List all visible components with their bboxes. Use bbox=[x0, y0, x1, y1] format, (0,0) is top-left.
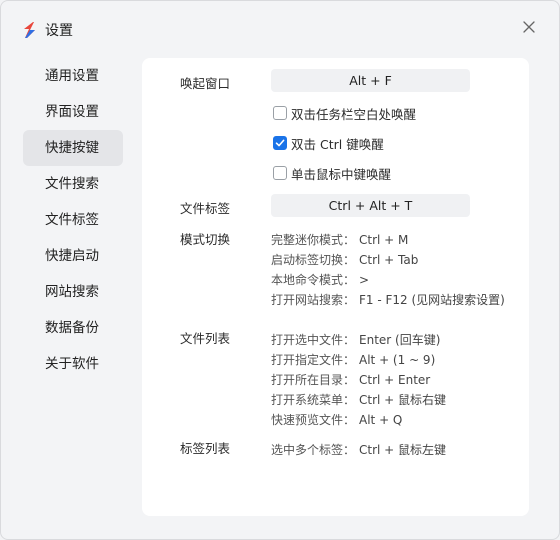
file-list-row: 打开所在目录： Ctrl + Enter bbox=[271, 371, 430, 388]
row-key: 选中多个标签： bbox=[271, 443, 356, 457]
sidebar-item-file-search[interactable]: 文件搜索 bbox=[23, 166, 123, 202]
row-value: Alt + (1 ~ 9) bbox=[359, 353, 436, 367]
mode-switch-row: 打开网站搜索： F1 - F12 (见网站搜索设置) bbox=[271, 291, 505, 308]
option-label: 双击 Ctrl 键唤醒 bbox=[291, 136, 384, 152]
row-value: Ctrl + 鼠标右键 bbox=[359, 393, 447, 407]
sidebar-item-shortcuts[interactable]: 快捷按键 bbox=[23, 130, 123, 166]
sidebar-item-interface[interactable]: 界面设置 bbox=[23, 94, 123, 130]
close-button[interactable] bbox=[517, 17, 541, 41]
mode-switch-row: 启动标签切换： Ctrl + Tab bbox=[271, 251, 418, 268]
file-list-row: 打开选中文件： Enter (回车键) bbox=[271, 331, 440, 348]
sidebar-item-about[interactable]: 关于软件 bbox=[23, 346, 123, 382]
file-list-row: 快速预览文件： Alt + Q bbox=[271, 411, 402, 428]
row-value: F1 - F12 (见网站搜索设置) bbox=[359, 293, 505, 307]
mode-switch-row: 完整迷你模式： Ctrl + M bbox=[271, 231, 408, 248]
option-middle-click[interactable]: 单击鼠标中键唤醒 bbox=[273, 164, 391, 182]
row-key: 打开系统菜单： bbox=[271, 393, 356, 407]
row-value: > bbox=[359, 273, 370, 287]
close-icon bbox=[523, 21, 535, 37]
option-dblclick-ctrl[interactable]: 双击 Ctrl 键唤醒 bbox=[273, 134, 384, 152]
row-key: 打开所在目录： bbox=[271, 373, 356, 387]
sidebar-item-web-search[interactable]: 网站搜索 bbox=[23, 274, 123, 310]
row-key: 打开网站搜索： bbox=[271, 293, 356, 307]
row-value: Ctrl + Tab bbox=[359, 253, 419, 267]
wake-window-label: 唤起窗口 bbox=[180, 76, 231, 91]
row-key: 本地命令模式： bbox=[271, 273, 356, 287]
row-key: 启动标签切换： bbox=[271, 253, 356, 267]
checkbox-checked[interactable] bbox=[273, 136, 287, 150]
sidebar-item-backup[interactable]: 数据备份 bbox=[23, 310, 123, 346]
sidebar-item-general[interactable]: 通用设置 bbox=[23, 58, 123, 94]
mode-switch-label: 模式切换 bbox=[180, 232, 231, 247]
sidebar-item-file-tags[interactable]: 文件标签 bbox=[23, 202, 123, 238]
settings-sidebar: 通用设置 界面设置 快捷按键 文件搜索 文件标签 快捷启动 网站搜索 数据备份 … bbox=[23, 58, 123, 382]
sidebar-item-quick-launch[interactable]: 快捷启动 bbox=[23, 238, 123, 274]
row-value: Alt + Q bbox=[359, 413, 403, 427]
tag-list-label: 标签列表 bbox=[180, 441, 231, 456]
window-title: 设置 bbox=[45, 23, 73, 39]
option-dblclick-taskbar[interactable]: 双击任务栏空白处唤醒 bbox=[273, 104, 416, 122]
row-value: Enter (回车键) bbox=[359, 333, 441, 347]
file-list-row: 打开指定文件： Alt + (1 ~ 9) bbox=[271, 351, 435, 368]
row-value: Ctrl + M bbox=[359, 233, 409, 247]
file-list-label: 文件列表 bbox=[180, 331, 231, 346]
settings-window: 设置 通用设置 界面设置 快捷按键 文件搜索 文件标签 快捷启动 网站搜索 数据… bbox=[0, 0, 560, 540]
app-logo-icon bbox=[21, 21, 37, 39]
option-label: 单击鼠标中键唤醒 bbox=[291, 166, 392, 182]
mode-switch-row: 本地命令模式： > bbox=[271, 271, 369, 288]
option-label: 双击任务栏空白处唤醒 bbox=[291, 106, 417, 122]
row-key: 快速预览文件： bbox=[271, 413, 356, 427]
row-key: 打开指定文件： bbox=[271, 353, 356, 367]
wake-window-shortcut-field[interactable]: Alt + F bbox=[271, 69, 470, 92]
row-value: Ctrl + Enter bbox=[359, 373, 431, 387]
row-value: Ctrl + 鼠标左键 bbox=[359, 443, 447, 457]
tag-list-row: 选中多个标签： Ctrl + 鼠标左键 bbox=[271, 441, 446, 458]
file-tag-label: 文件标签 bbox=[180, 201, 231, 216]
file-tag-shortcut-field[interactable]: Ctrl + Alt + T bbox=[271, 194, 470, 217]
checkbox[interactable] bbox=[273, 166, 287, 180]
row-key: 完整迷你模式： bbox=[271, 233, 356, 247]
check-icon bbox=[275, 139, 285, 147]
title-bar: 设置 bbox=[1, 1, 559, 57]
shortcuts-panel: 唤起窗口 Alt + F 双击任务栏空白处唤醒 双击 Ctrl 键唤醒 单击鼠标… bbox=[142, 58, 529, 516]
checkbox[interactable] bbox=[273, 106, 287, 120]
row-key: 打开选中文件： bbox=[271, 333, 356, 347]
file-list-row: 打开系统菜单： Ctrl + 鼠标右键 bbox=[271, 391, 446, 408]
